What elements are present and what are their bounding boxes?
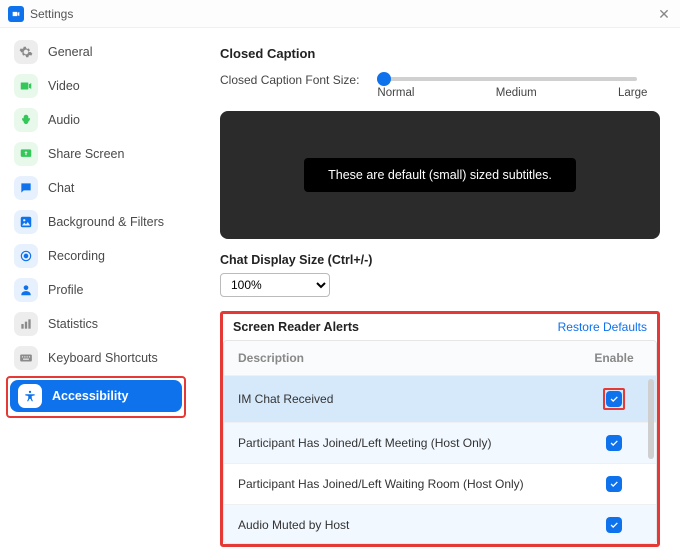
keyboard-icon — [14, 346, 38, 370]
annotation-highlight: Screen Reader Alerts Restore Defaults De… — [220, 311, 660, 547]
close-icon[interactable]: ✕ — [656, 6, 672, 22]
screen-reader-alerts-title: Screen Reader Alerts — [233, 320, 359, 334]
alert-row[interactable]: Participant Has Joined/Left Meeting (Hos… — [224, 422, 656, 463]
sidebar-item-label: Chat — [48, 181, 74, 195]
alerts-table-header: Description Enable — [224, 341, 656, 375]
sidebar-item-label: Profile — [48, 283, 83, 297]
background-icon — [14, 210, 38, 234]
chat-icon — [14, 176, 38, 200]
sidebar-item-chat[interactable]: Chat — [6, 172, 186, 204]
titlebar: Settings ✕ — [0, 0, 680, 28]
closed-caption-title: Closed Caption — [220, 46, 660, 61]
profile-icon — [14, 278, 38, 302]
alert-description: Participant Has Joined/Left Waiting Room… — [238, 477, 586, 491]
alert-row[interactable]: Participant Has Joined/Left Waiting Room… — [224, 463, 656, 504]
sidebar-item-statistics[interactable]: Statistics — [6, 308, 186, 340]
alert-description: Participant Has Joined/Left Meeting (Hos… — [238, 436, 586, 450]
sidebar-item-label: General — [48, 45, 92, 59]
sidebar-item-label: Accessibility — [52, 389, 128, 403]
sidebar-item-general[interactable]: General — [6, 36, 186, 68]
alerts-table: Description Enable IM Chat Received — [223, 340, 657, 544]
annotation-highlight — [603, 388, 625, 410]
chat-display-size-select[interactable]: 100% — [220, 273, 330, 297]
statistics-icon — [14, 312, 38, 336]
alert-description: Audio Muted by Host — [238, 518, 586, 532]
enable-checkbox[interactable] — [606, 435, 622, 451]
slider-tick-normal: Normal — [377, 87, 414, 99]
sidebar-item-label: Background & Filters — [48, 215, 164, 229]
cc-preview: These are default (small) sized subtitle… — [220, 111, 660, 239]
cc-font-size-label: Closed Caption Font Size: — [220, 71, 359, 87]
sidebar-item-label: Statistics — [48, 317, 98, 331]
restore-defaults-link[interactable]: Restore Defaults — [558, 320, 647, 334]
sidebar-item-profile[interactable]: Profile — [6, 274, 186, 306]
sidebar-item-label: Keyboard Shortcuts — [48, 351, 158, 365]
col-enable: Enable — [586, 351, 642, 365]
sidebar-item-background-filters[interactable]: Background & Filters — [6, 206, 186, 238]
video-icon — [14, 74, 38, 98]
gear-icon — [14, 40, 38, 64]
sidebar-item-accessibility[interactable]: Accessibility — [10, 380, 182, 412]
sidebar-item-label: Share Screen — [48, 147, 124, 161]
sidebar-item-keyboard-shortcuts[interactable]: Keyboard Shortcuts — [6, 342, 186, 374]
sidebar-item-audio[interactable]: Audio — [6, 104, 186, 136]
scrollbar[interactable] — [648, 379, 654, 459]
window-title: Settings — [30, 7, 656, 21]
sidebar-item-label: Recording — [48, 249, 105, 263]
sidebar-item-recording[interactable]: Recording — [6, 240, 186, 272]
chat-display-size-label: Chat Display Size (Ctrl+/-) — [220, 253, 660, 267]
slider-tick-medium: Medium — [496, 87, 537, 99]
sidebar-item-label: Audio — [48, 113, 80, 127]
sidebar: General Video Audio Share Screen — [0, 28, 192, 558]
annotation-highlight: Accessibility — [6, 376, 186, 418]
enable-checkbox[interactable] — [606, 476, 622, 492]
audio-icon — [14, 108, 38, 132]
enable-checkbox[interactable] — [606, 391, 622, 407]
cc-font-size-slider[interactable] — [377, 77, 637, 81]
sidebar-item-label: Video — [48, 79, 80, 93]
main-panel: Closed Caption Closed Caption Font Size:… — [192, 28, 680, 558]
alert-row[interactable]: IM Chat Received — [224, 375, 656, 422]
slider-tick-large: Large — [618, 87, 647, 99]
alert-description: IM Chat Received — [238, 392, 586, 406]
recording-icon — [14, 244, 38, 268]
col-description: Description — [238, 351, 586, 365]
sidebar-item-share-screen[interactable]: Share Screen — [6, 138, 186, 170]
slider-thumb[interactable] — [377, 72, 391, 86]
alert-row[interactable]: Audio Muted by Host — [224, 504, 656, 543]
enable-checkbox[interactable] — [606, 517, 622, 533]
cc-preview-text: These are default (small) sized subtitle… — [304, 158, 576, 192]
sidebar-item-video[interactable]: Video — [6, 70, 186, 102]
accessibility-icon — [18, 384, 42, 408]
share-screen-icon — [14, 142, 38, 166]
app-icon — [8, 6, 24, 22]
slider-tick-labels: Normal Medium Large — [377, 87, 647, 99]
